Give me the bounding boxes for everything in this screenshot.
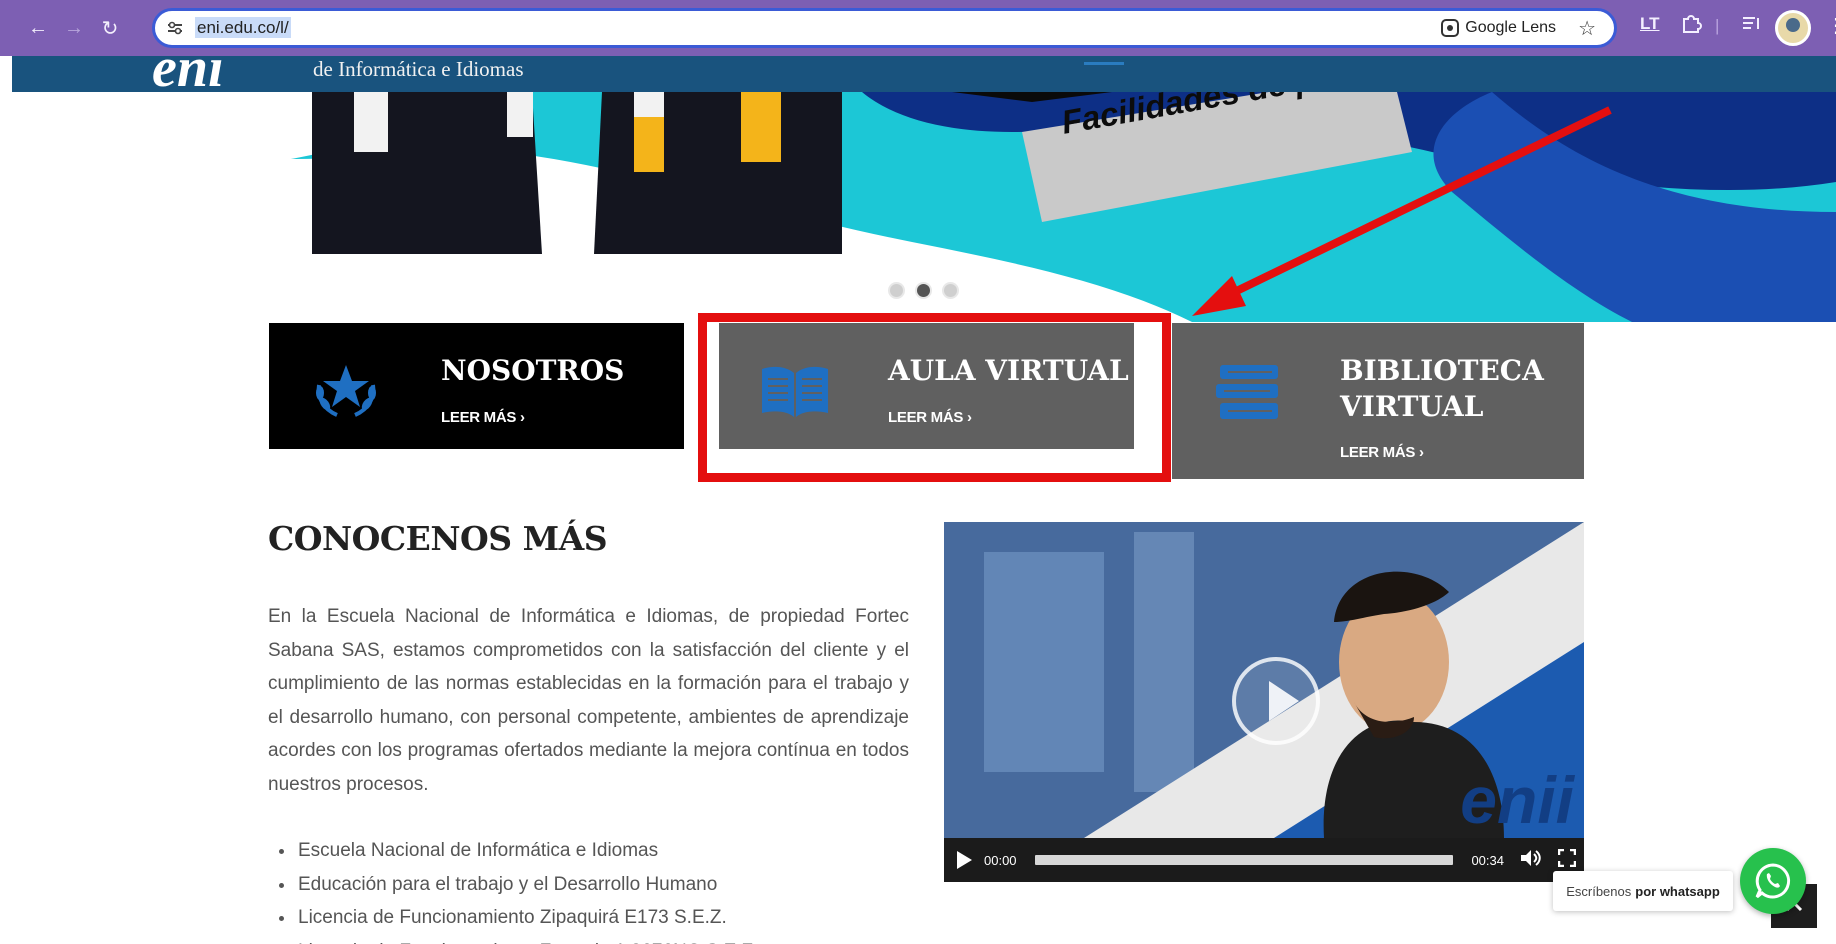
about-list: Escuela Nacional de Informática e Idioma… [296, 834, 759, 944]
feature-box-biblioteca-virtual[interactable]: BIBLIOTECA VIRTUAL LEER MÁS › [1172, 323, 1584, 479]
fullscreen-icon[interactable] [1557, 848, 1577, 872]
list-item: Licencia de Funcionamiento Zona de 1.067… [296, 935, 759, 944]
nav-active-indicator [1084, 62, 1124, 65]
feature-title-line1: BIBLIOTECA [1340, 354, 1544, 387]
whatsapp-icon [1755, 863, 1791, 899]
site-logo[interactable]: eni [152, 56, 224, 92]
site-header: eni de Informática e Idiomas [12, 56, 1836, 92]
url-text[interactable]: eni.edu.co/l/ [195, 17, 291, 38]
lens-icon [1441, 19, 1460, 37]
book-stack-icon [1214, 363, 1284, 428]
site-info-icon[interactable] [155, 21, 195, 35]
forward-arrow-icon[interactable]: → [56, 10, 92, 46]
google-lens-label: Google Lens [1465, 19, 1556, 36]
slider-dot-3[interactable] [942, 282, 959, 299]
about-title: CONOCENOS MÁS [268, 519, 608, 558]
slider-pagination [888, 282, 959, 299]
video-watermark-logo: enii [1460, 763, 1574, 837]
list-item: Educación para el trabajo y el Desarroll… [296, 868, 759, 902]
feature-link-nosotros[interactable]: LEER MÁS › [441, 409, 525, 426]
languagetool-label: LT [1640, 14, 1660, 33]
profile-avatar[interactable] [1775, 10, 1811, 46]
toolbar-divider: | [1715, 16, 1720, 35]
bookmark-star-icon[interactable]: ☆ [1578, 16, 1596, 41]
browser-toolbar: ← → ↻ eni.edu.co/l/ Google Lens ☆ LT | ⋮ [0, 0, 1836, 56]
volume-icon[interactable] [1520, 849, 1542, 872]
feature-title-line2: VIRTUAL [1340, 390, 1484, 423]
whatsapp-label[interactable]: Escríbenos por whatsapp [1553, 871, 1733, 911]
slider-dot-2[interactable] [915, 282, 932, 299]
google-lens-button[interactable]: Google Lens [1441, 19, 1556, 37]
reload-icon[interactable]: ↻ [92, 10, 128, 46]
video-progress-slider[interactable] [1034, 855, 1454, 865]
feature-box-nosotros[interactable]: NOSOTROS LEER MÁS › [269, 323, 684, 449]
browser-menu-icon[interactable]: ⋮ [1826, 16, 1836, 36]
video-current-time: 00:00 [984, 852, 1017, 868]
slider-dot-1[interactable] [888, 282, 905, 299]
star-laurel-icon [311, 363, 381, 424]
feature-title-biblioteca-virtual: BIBLIOTECA VIRTUAL [1340, 353, 1544, 425]
back-arrow-icon[interactable]: ← [20, 10, 56, 46]
whatsapp-button[interactable] [1740, 848, 1806, 914]
video-player[interactable]: enii 00:00 00:34 [944, 522, 1584, 882]
play-icon[interactable] [944, 851, 984, 869]
list-item: Licencia de Funcionamiento Zipaquirá E17… [296, 901, 759, 935]
list-item: Escuela Nacional de Informática e Idioma… [296, 834, 759, 868]
address-bar[interactable]: eni.edu.co/l/ Google Lens ☆ [152, 8, 1617, 48]
feature-title-nosotros: NOSOTROS [441, 354, 625, 387]
annotation-highlight-box [698, 313, 1171, 482]
languagetool-extension-icon[interactable]: LT [1640, 14, 1660, 34]
site-logo-subtitle: de Informática e Idiomas [313, 57, 524, 81]
whatsapp-label-bold: por whatsapp [1635, 883, 1720, 899]
about-paragraph: En la Escuela Nacional de Informática e … [268, 606, 909, 795]
feature-link-biblioteca-virtual[interactable]: LEER MÁS › [1340, 444, 1424, 461]
video-controls: 00:00 00:34 [944, 838, 1584, 882]
reading-list-icon[interactable] [1740, 12, 1762, 39]
extensions-puzzle-icon[interactable] [1680, 12, 1702, 39]
video-play-overlay-button[interactable] [1232, 657, 1320, 745]
whatsapp-label-prefix: Escríbenos [1566, 883, 1632, 899]
video-duration: 00:34 [1471, 852, 1504, 868]
